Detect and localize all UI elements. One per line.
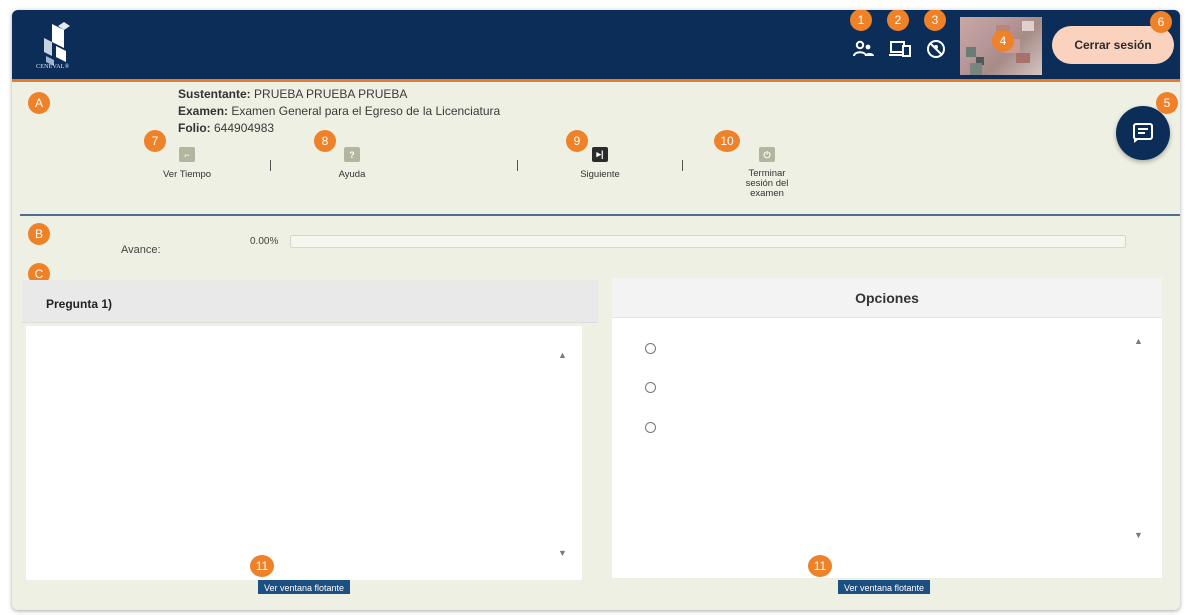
section-divider xyxy=(20,214,1180,216)
exam-info: Sustentante: PRUEBA PRUEBA PRUEBA Examen… xyxy=(178,86,500,137)
help-icon: ? xyxy=(344,147,360,162)
section-badge-b: B xyxy=(28,223,50,245)
ayuda-label: Ayuda xyxy=(338,169,366,180)
examen-label: Examen: xyxy=(178,104,229,118)
option-radio-3[interactable] xyxy=(645,422,656,433)
badge-1: 1 xyxy=(850,10,872,31)
progress-bar xyxy=(290,235,1126,248)
devices-icon[interactable] xyxy=(888,38,912,60)
option-radio-2[interactable] xyxy=(645,382,656,393)
next-icon: ▸| xyxy=(592,147,608,162)
question-panel: Pregunta 1) ▲ ▼ xyxy=(22,280,598,582)
badge-6: 6 xyxy=(1150,11,1172,33)
toolbar-separator xyxy=(270,160,271,171)
badge-3: 3 xyxy=(924,10,946,31)
avance-label: Avance: xyxy=(121,244,161,256)
badge-11-right: 11 xyxy=(808,555,832,577)
chat-icon xyxy=(1133,123,1153,143)
users-icon[interactable] xyxy=(852,38,876,60)
options-title: Opciones xyxy=(612,278,1162,318)
badge-11-left: 11 xyxy=(250,555,274,577)
question-float-window-button[interactable]: Ver ventana flotante xyxy=(258,580,351,594)
examen-value: Examen General para el Egreso de la Lice… xyxy=(231,104,501,118)
clock-icon: ⌐ xyxy=(179,147,195,162)
ver-tiempo-button[interactable]: ⌐ Ver Tiempo xyxy=(152,147,222,180)
siguiente-label: Siguiente xyxy=(580,169,620,180)
badge-5: 5 xyxy=(1156,92,1178,114)
scroll-down-icon[interactable]: ▼ xyxy=(558,548,567,558)
section-badge-a: A xyxy=(28,92,50,114)
terminar-sesion-button[interactable]: ⏻ Terminar sesión del examen xyxy=(734,147,800,199)
sustentante-label: Sustentante: xyxy=(178,87,251,101)
question-title: Pregunta 1) xyxy=(22,280,598,323)
scroll-up-icon[interactable]: ▲ xyxy=(1134,336,1143,346)
options-float-window-button[interactable]: Ver ventana flotante xyxy=(838,580,931,594)
toolbar-separator xyxy=(517,160,518,171)
ver-tiempo-label: Ver Tiempo xyxy=(162,169,212,180)
siguiente-button[interactable]: ▸| Siguiente xyxy=(570,147,630,180)
logo-text: CENEVAL® xyxy=(36,64,70,70)
terminar-label-3: examen xyxy=(750,188,784,199)
sustentante-value: PRUEBA PRUEBA PRUEBA xyxy=(254,87,408,101)
chat-button[interactable] xyxy=(1116,106,1170,160)
toolbar-separator xyxy=(682,160,683,171)
option-radio-1[interactable] xyxy=(645,343,656,354)
badge-2: 2 xyxy=(887,10,909,31)
ayuda-button[interactable]: ? Ayuda xyxy=(322,147,382,180)
power-icon: ⏻ xyxy=(759,147,775,162)
question-body[interactable]: ▲ ▼ xyxy=(26,326,582,580)
exam-window: CENEVAL® Cerrar sesión 1 2 3 4 6 A B C S… xyxy=(12,10,1180,610)
scroll-up-icon[interactable]: ▲ xyxy=(558,350,567,360)
scroll-down-icon[interactable]: ▼ xyxy=(1134,530,1143,540)
folio-label: Folio: xyxy=(178,121,211,135)
blocked-icon[interactable] xyxy=(924,38,948,60)
folio-value: 644904983 xyxy=(214,121,275,135)
avance-percent: 0.00% xyxy=(250,236,279,247)
options-panel: Opciones ▲ ▼ xyxy=(612,278,1162,578)
badge-4: 4 xyxy=(992,30,1014,52)
